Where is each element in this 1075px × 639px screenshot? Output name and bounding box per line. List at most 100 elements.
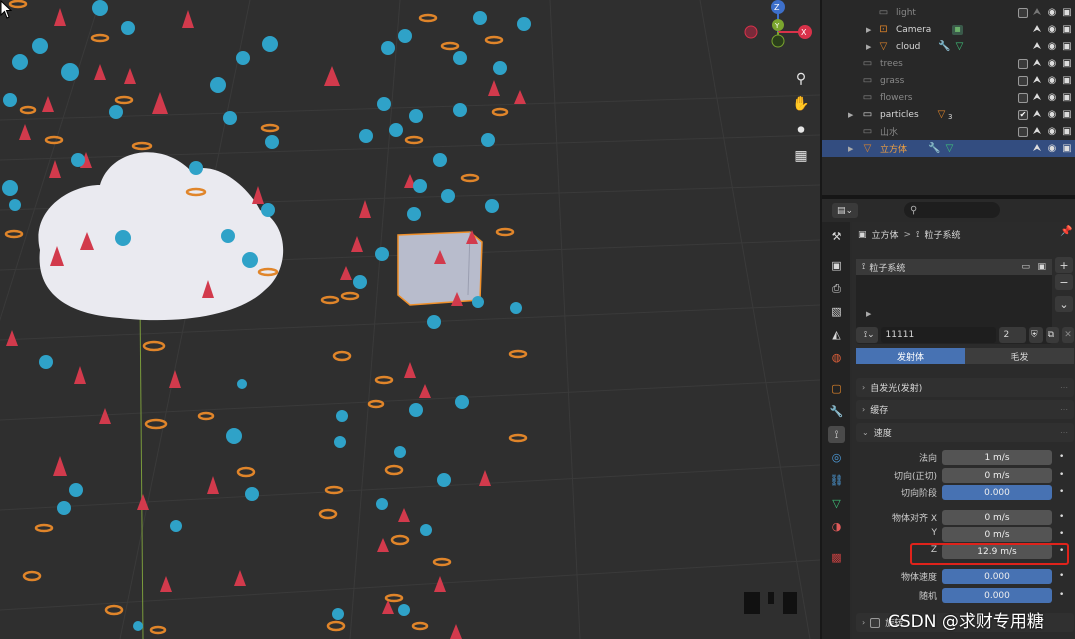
render-camera-icon[interactable]: ▣ [1061,24,1073,36]
keyframe-dot-icon[interactable]: • [1059,529,1064,539]
exclude-checkbox[interactable] [1018,7,1028,18]
render-camera-icon[interactable]: ▣ [1061,126,1073,138]
render-camera-icon[interactable]: ▣ [1037,262,1046,272]
list-expand-icon[interactable]: ▶ [866,310,871,318]
tangent-phase-field[interactable]: 0.000 [942,485,1052,500]
normal-velocity-field[interactable]: 1 m/s [942,450,1052,465]
keyframe-dot-icon[interactable]: • [1059,512,1064,522]
select-arrow-icon[interactable]: ⮝ [1031,126,1043,138]
keyframe-dot-icon[interactable]: • [1059,452,1064,462]
keyframe-dot-icon[interactable]: • [1059,487,1064,497]
object-velocity-field[interactable]: 0.000 [942,569,1052,584]
render-camera-icon[interactable]: ▣ [1061,92,1073,104]
render-camera-icon[interactable]: ▣ [1061,7,1073,19]
outliner-row-light[interactable]: ▭ light ⮝ ◉ ▣ [822,4,1075,21]
texture-tab-icon[interactable]: ▩ [828,549,845,566]
perspective-grid-icon[interactable]: ▦ [789,145,813,167]
outliner-row-shanshui[interactable]: ▭ 山水 ⮝ ◉ ▣ [822,123,1075,140]
render-camera-icon[interactable]: ▣ [1061,41,1073,53]
drag-grip-icon[interactable]: ⋯ [1060,428,1068,437]
drag-grip-icon[interactable]: ⋯ [1060,405,1068,414]
keyframe-dot-icon[interactable]: • [1059,470,1064,480]
object-align-y-field[interactable]: 0 m/s [942,527,1052,542]
drag-grip-icon[interactable]: ⋯ [1060,383,1068,392]
eye-icon[interactable]: ◉ [1046,92,1058,104]
select-arrow-icon[interactable]: ⮝ [1031,24,1043,36]
zoom-icon[interactable]: ⚲ [789,68,813,90]
unlink-close-icon[interactable]: ✕ [1062,326,1074,343]
view-layer-tab-icon[interactable]: ▧ [828,303,845,320]
object-align-x-field[interactable]: 0 m/s [942,510,1052,525]
eye-icon[interactable]: ◉ [1046,24,1058,36]
emission-panel-header[interactable]: › 自发光(发射) ⋯ [856,378,1074,397]
outliner-row-flowers[interactable]: ▭ flowers ⮝ ◉ ▣ [822,89,1075,106]
users-count-button[interactable]: 2 [998,326,1026,343]
fake-user-shield-icon[interactable]: ⛨ [1028,326,1043,343]
type-emitter-tab[interactable]: 发射体 [856,348,965,364]
world-tab-icon[interactable]: ◍ [828,349,845,366]
viewport-display-icon[interactable]: ▭ [1021,262,1030,272]
render-camera-icon[interactable]: ▣ [1061,143,1073,155]
camera-view-icon[interactable]: ⏺ [789,119,813,141]
select-arrow-icon[interactable]: ⮝ [1031,58,1043,70]
object-tab-icon[interactable]: ▢ [828,380,845,397]
properties-search-input[interactable]: ⚲ [904,202,1000,218]
render-camera-icon[interactable]: ▣ [1061,109,1073,121]
eye-icon[interactable]: ◉ [1046,126,1058,138]
outliner-row-trees[interactable]: ▭ trees ⮝ ◉ ▣ [822,55,1075,72]
material-tab-icon[interactable]: ◑ [828,518,845,535]
eye-icon[interactable]: ◉ [1046,75,1058,87]
scene-tab-icon[interactable]: ◭ [828,326,845,343]
outliner-row-grass[interactable]: ▭ grass ⮝ ◉ ▣ [822,72,1075,89]
outliner-row-camera[interactable]: ▶ ⊡ Camera ▪ ⮝ ◉ ▣ [822,21,1075,38]
tool-tab-icon[interactable]: ⚒ [828,228,845,245]
render-camera-icon[interactable]: ▣ [1061,75,1073,87]
expand-arrow-icon[interactable]: ▶ [866,43,871,51]
expand-arrow-icon[interactable]: ▶ [848,111,853,119]
eye-icon[interactable]: ◉ [1046,7,1058,19]
eye-icon[interactable]: ◉ [1046,143,1058,155]
modifier-tab-icon[interactable]: 🔧 [828,403,845,420]
keyframe-dot-icon[interactable]: • [1059,571,1064,581]
exclude-checkbox[interactable] [1018,126,1028,137]
eye-icon[interactable]: ◉ [1046,58,1058,70]
random-velocity-field[interactable]: 0.000 [942,588,1052,603]
tangent-velocity-field[interactable]: 0 m/s [942,468,1052,483]
physics-tab-icon[interactable]: ◎ [828,449,845,466]
keyframe-dot-icon[interactable]: • [1059,590,1064,600]
eye-icon[interactable]: ◉ [1046,41,1058,53]
select-arrow-icon[interactable]: ⮝ [1031,7,1043,19]
output-tab-icon[interactable]: ⎙ [828,280,845,297]
select-arrow-icon[interactable]: ⮝ [1031,109,1043,121]
select-arrow-icon[interactable]: ⮝ [1031,41,1043,53]
outliner-row-cloud[interactable]: ▶ ▽ cloud 🔧 ▽ ⮝ ◉ ▣ [822,38,1075,55]
duplicate-icon[interactable]: ⧉ [1045,326,1060,343]
pin-icon[interactable]: 📌 [1060,226,1072,237]
select-arrow-icon[interactable]: ⮝ [1031,92,1043,104]
select-arrow-icon[interactable]: ⮝ [1031,75,1043,87]
exclude-checkbox[interactable] [1018,58,1028,69]
outliner[interactable]: ▭ light ⮝ ◉ ▣ ▶ ⊡ Camera ▪ ⮝ ◉ ▣ ▶ ▽ cloud 🔧… [822,0,1075,195]
rotation-enable-checkbox[interactable] [870,617,881,628]
select-arrow-icon[interactable]: ⮝ [1031,143,1043,155]
outliner-row-cube[interactable]: ▶ ▽ 立方体 🔧 ▽ ⮝ ◉ ▣ [822,140,1075,157]
expand-arrow-icon[interactable]: ▶ [848,145,853,153]
eye-icon[interactable]: ◉ [1046,109,1058,121]
render-tab-icon[interactable]: ▣ [828,257,845,274]
editor-type-icon[interactable]: ▤⌄ [832,203,858,218]
remove-particle-system-button[interactable]: − [1055,274,1073,290]
cache-panel-header[interactable]: › 缓存 ⋯ [856,400,1074,419]
pan-hand-icon[interactable]: ✋ [789,93,813,115]
settings-name-field[interactable]: 11111 [880,326,996,343]
velocity-panel-header[interactable]: ⌄ 速度 ⋯ [856,423,1074,442]
exclude-checkbox[interactable] [1018,75,1028,86]
3d-viewport[interactable]: Z Y X ⚲ ✋ ⏺ ▦ [0,0,820,639]
exclude-checkbox[interactable]: ✔ [1018,109,1028,120]
exclude-checkbox[interactable] [1018,92,1028,103]
list-menu-button[interactable]: ⌄ [1055,296,1073,312]
type-hair-tab[interactable]: 毛发 [965,348,1074,364]
constraints-tab-icon[interactable]: ⛓ [828,472,845,489]
render-camera-icon[interactable]: ▣ [1061,58,1073,70]
particles-tab-icon[interactable]: ⟟ [828,426,845,443]
settings-browse-icon[interactable]: ⟟⌄ [856,326,878,343]
